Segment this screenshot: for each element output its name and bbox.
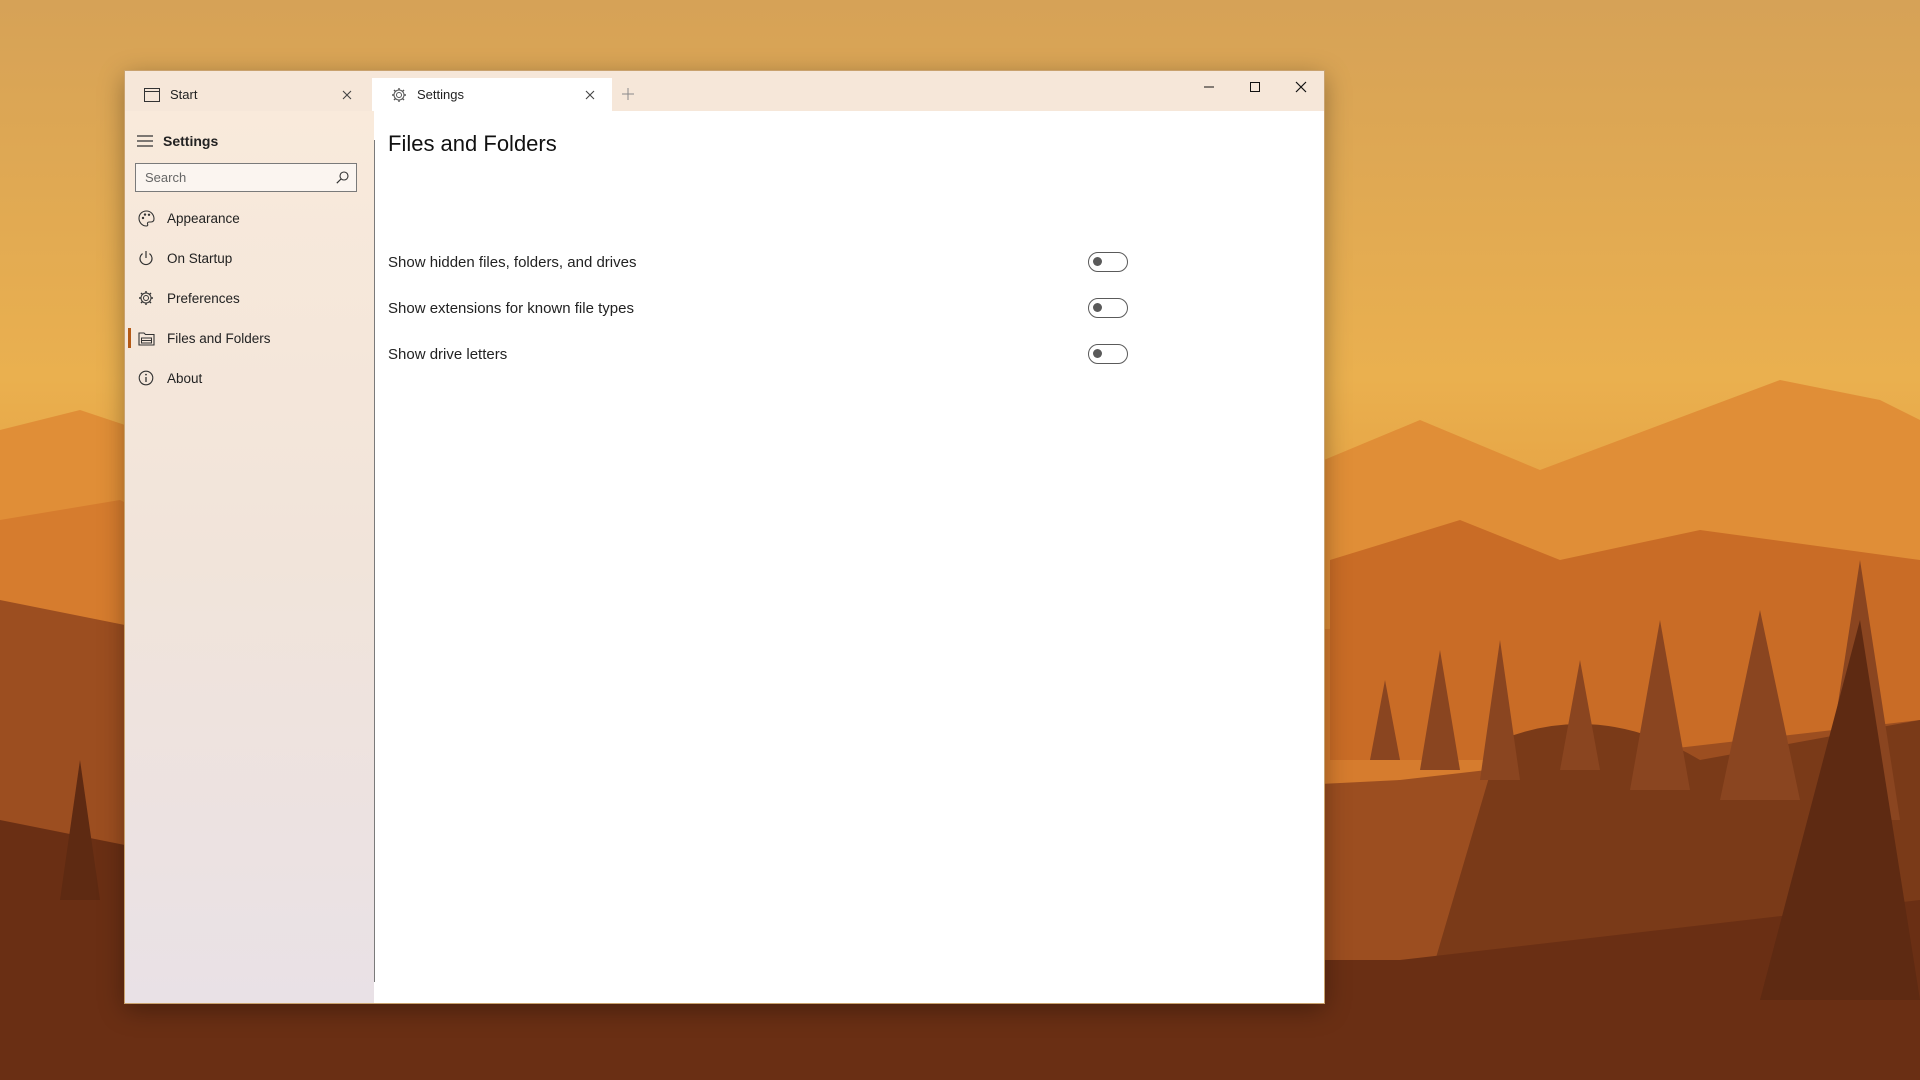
setting-row-hidden-files: Show hidden files, folders, and drives <box>388 242 1128 282</box>
palette-icon <box>137 209 155 227</box>
plus-icon <box>622 88 634 100</box>
new-tab-button[interactable] <box>618 84 638 104</box>
minimize-icon <box>1204 86 1214 88</box>
sidebar-item-about[interactable]: About <box>125 358 374 398</box>
app-window: Start Settings Settings Search Appearanc… <box>125 71 1324 1003</box>
setting-row-drive-letters: Show drive letters <box>388 334 1128 374</box>
sidebar-item-label: Files and Folders <box>167 330 271 346</box>
toggle-knob <box>1093 257 1102 266</box>
setting-label: Show extensions for known file types <box>388 299 634 317</box>
setting-label: Show drive letters <box>388 345 508 363</box>
sidebar-title: Settings <box>163 133 219 149</box>
page-title: Files and Folders <box>388 131 557 156</box>
maximize-button[interactable] <box>1232 71 1278 103</box>
sidebar-item-preferences[interactable]: Preferences <box>125 278 374 318</box>
sidebar-item-label: Appearance <box>167 210 240 226</box>
setting-row-extensions: Show extensions for known file types <box>388 288 1128 328</box>
hamburger-menu-icon[interactable] <box>137 134 153 148</box>
minimize-button[interactable] <box>1186 71 1232 103</box>
sidebar-item-on-startup[interactable]: On Startup <box>125 238 374 278</box>
info-icon <box>137 369 155 387</box>
nav-header: Settings <box>125 111 374 171</box>
close-icon <box>1295 81 1307 93</box>
sidebar-item-appearance[interactable]: Appearance <box>125 198 374 238</box>
tab-bar: Start Settings <box>125 71 1324 111</box>
tab-start[interactable]: Start <box>125 78 369 111</box>
sidebar-item-files-and-folders[interactable]: Files and Folders <box>125 318 374 358</box>
show-extensions-toggle[interactable] <box>1088 298 1128 318</box>
window-icon <box>144 87 160 103</box>
sidebar-divider <box>374 140 375 982</box>
settings-sidebar: Settings Appearance On Startup Preferenc… <box>125 111 374 1003</box>
tab-label: Start <box>170 87 198 102</box>
setting-label: Show hidden files, folders, and drives <box>388 253 637 271</box>
maximize-icon <box>1250 82 1260 92</box>
close-tab-icon[interactable] <box>582 87 598 103</box>
show-drive-letters-toggle[interactable] <box>1088 344 1128 364</box>
sidebar-item-label: On Startup <box>167 250 233 266</box>
search-input[interactable] <box>136 169 328 186</box>
power-icon <box>137 249 155 267</box>
search-box <box>135 163 357 192</box>
folder-icon <box>137 329 155 347</box>
search-icon[interactable] <box>328 164 356 191</box>
show-hidden-files-toggle[interactable] <box>1088 252 1128 272</box>
toggle-knob <box>1093 303 1102 312</box>
close-tab-icon[interactable] <box>339 87 355 103</box>
sidebar-item-label: Preferences <box>167 290 240 306</box>
gear-icon <box>391 87 407 103</box>
tab-settings[interactable]: Settings <box>372 78 612 111</box>
sidebar-item-label: About <box>167 370 203 386</box>
gear-icon <box>137 289 155 307</box>
toggle-knob <box>1093 349 1102 358</box>
tab-label: Settings <box>417 87 464 102</box>
close-window-button[interactable] <box>1278 71 1324 103</box>
